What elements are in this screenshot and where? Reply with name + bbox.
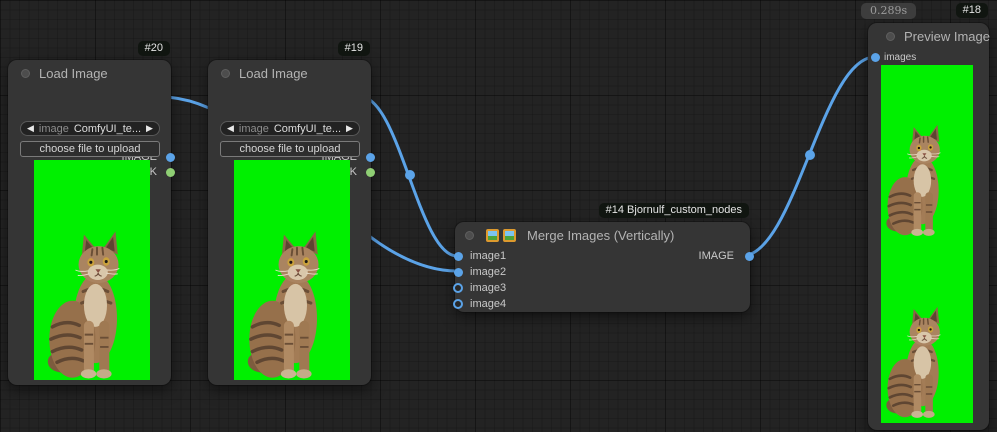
execution-time-badge: 0.289s: [861, 3, 916, 19]
output-label-image: IMAGE: [674, 249, 734, 263]
link-midpoint-dot: [405, 170, 415, 180]
output-port-mask[interactable]: [366, 168, 375, 177]
combo-next-icon[interactable]: ▶: [346, 122, 353, 135]
node-title: Merge Images (Vertically): [527, 228, 674, 243]
image-icon: [486, 229, 499, 242]
image-combo-widget[interactable]: ◀ image ComfyUI_te... ▶: [20, 121, 160, 136]
input-label-images: images: [884, 51, 916, 65]
output-port-image[interactable]: [166, 153, 175, 162]
loaded-image-preview: [34, 160, 150, 380]
choose-file-button[interactable]: choose file to upload: [20, 141, 160, 157]
output-port-mask[interactable]: [166, 168, 175, 177]
input-port-images[interactable]: [871, 53, 880, 62]
loaded-image-preview: [234, 160, 350, 380]
node-load-image-20[interactable]: #20 Load Image IMAGE MASK ◀ image ComfyU…: [8, 60, 171, 385]
combo-widget-value: ComfyUI_te...: [274, 123, 341, 135]
node-title: Preview Image: [904, 29, 990, 44]
node-id-badge: #20: [138, 41, 170, 56]
link-midpoint-dot: [805, 150, 815, 160]
collapse-dot-icon[interactable]: [21, 69, 30, 78]
image-combo-widget[interactable]: ◀ image ComfyUI_te... ▶: [220, 121, 360, 136]
node-title-bar[interactable]: Load Image: [208, 60, 371, 86]
combo-widget-value: ComfyUI_te...: [74, 123, 141, 135]
input-port-image1[interactable]: [454, 252, 463, 261]
input-label-image4: image4: [470, 297, 506, 311]
output-port-image[interactable]: [366, 153, 375, 162]
input-label-image1: image1: [470, 249, 506, 263]
combo-next-icon[interactable]: ▶: [146, 122, 153, 135]
node-title-bar[interactable]: Preview Image: [868, 23, 989, 49]
node-title-bar[interactable]: Merge Images (Vertically): [455, 222, 750, 248]
node-id-badge: #14 Bjornulf_custom_nodes: [599, 203, 749, 218]
node-title: Load Image: [39, 66, 108, 81]
collapse-dot-icon[interactable]: [465, 231, 474, 240]
node-preview-image[interactable]: 0.289s #18 Preview Image images: [868, 23, 989, 430]
node-id-badge: #19: [338, 41, 370, 56]
comfyui-graph-canvas[interactable]: { "colors": { "canvas_bg": "#232323", "n…: [0, 0, 997, 432]
collapse-dot-icon[interactable]: [221, 69, 230, 78]
cat-image: [884, 291, 948, 419]
input-port-image2[interactable]: [454, 268, 463, 277]
combo-widget-name: image: [39, 123, 69, 135]
output-port-image[interactable]: [745, 252, 754, 261]
input-label-image2: image2: [470, 265, 506, 279]
cat-image: [39, 230, 135, 380]
node-load-image-19[interactable]: #19 Load Image IMAGE MASK ◀ image ComfyU…: [208, 60, 371, 385]
cat-image: [884, 109, 948, 237]
input-port-image4[interactable]: [453, 299, 463, 309]
node-title: Load Image: [239, 66, 308, 81]
combo-prev-icon[interactable]: ◀: [227, 122, 234, 135]
input-label-image3: image3: [470, 281, 506, 295]
combo-prev-icon[interactable]: ◀: [27, 122, 34, 135]
node-title-bar[interactable]: Load Image: [8, 60, 171, 86]
choose-file-button[interactable]: choose file to upload: [220, 141, 360, 157]
cat-image: [239, 230, 335, 380]
input-port-image3[interactable]: [453, 283, 463, 293]
combo-widget-name: image: [239, 123, 269, 135]
image-icon: [503, 229, 516, 242]
node-id-badge: #18: [956, 3, 988, 18]
node-merge-images-vertically[interactable]: #14 Bjornulf_custom_nodes Merge Images (…: [455, 222, 750, 312]
collapse-dot-icon[interactable]: [886, 32, 895, 41]
merged-image-preview: [881, 65, 973, 423]
